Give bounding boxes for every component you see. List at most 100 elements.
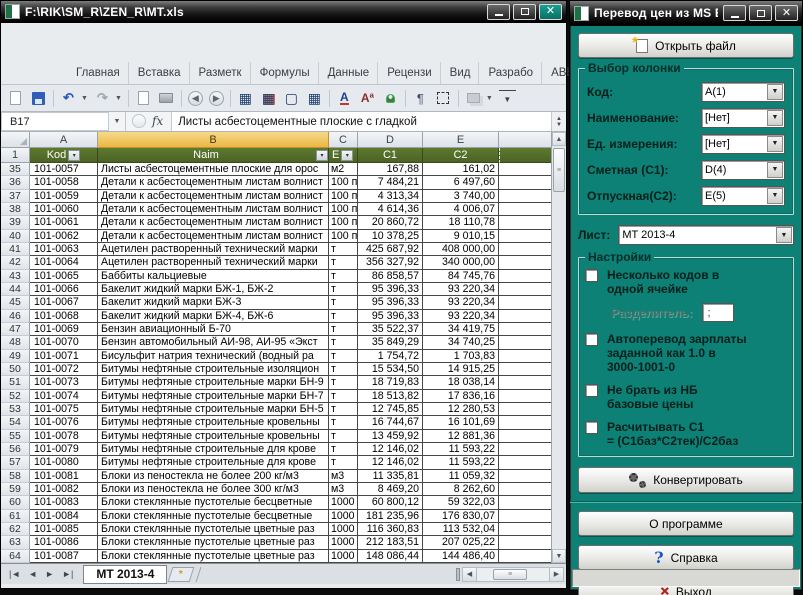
cell-c1[interactable]: 35 849,29 (358, 336, 423, 349)
row-number[interactable]: 51 (1, 376, 30, 389)
excel-titlebar[interactable]: F:\RIK\SM_R\ZEN_R\MT.xls ✕ (1, 1, 566, 23)
cell-c1[interactable]: 35 522,37 (358, 323, 423, 336)
cell-naim[interactable]: Ацетилен растворенный технический марки (98, 256, 329, 269)
column-dropdown[interactable]: E(5) ▼ (701, 186, 785, 206)
scroll-left-icon[interactable]: ◀ (462, 567, 477, 582)
sheet-dropdown[interactable]: MT 2013-4 ▼ (618, 225, 794, 245)
ribbon-tab[interactable]: Вставка (129, 62, 190, 84)
last-sheet-icon[interactable]: ►| (58, 569, 77, 579)
cell-empty[interactable] (499, 283, 553, 296)
delete-cells-icon[interactable]: ▦ (260, 90, 277, 107)
cell-kod[interactable]: 101-0070 (30, 336, 98, 349)
cell-empty[interactable] (499, 376, 553, 389)
cell-c1[interactable]: 12 146,02 (358, 456, 423, 469)
cell-c2[interactable]: 93 220,34 (423, 310, 499, 323)
cell-c2[interactable]: 18 038,14 (423, 376, 499, 389)
separator-input[interactable] (702, 303, 734, 322)
row-number[interactable]: 49 (1, 350, 30, 363)
cell-unit[interactable]: м2 (329, 163, 358, 176)
row-number[interactable]: 42 (1, 256, 30, 269)
cell-unit[interactable]: т (329, 270, 358, 283)
row-number[interactable]: 54 (1, 416, 30, 429)
cell-empty[interactable] (499, 456, 553, 469)
cell-kod[interactable]: 101-0069 (30, 323, 98, 336)
multi-codes-checkbox[interactable] (585, 269, 598, 282)
table-row[interactable]: 52 101-0074 Битумы нефтяные строительные… (1, 390, 566, 403)
cell-unit[interactable]: т (329, 416, 358, 429)
cell-naim[interactable]: Блоки стеклянные пустотелые цветные раз (98, 536, 329, 549)
cell-empty[interactable] (499, 256, 553, 269)
header-cell-empty[interactable] (499, 148, 553, 163)
maximize-button[interactable] (749, 5, 772, 21)
cell-unit[interactable]: т (329, 283, 358, 296)
insert-sheet-icon[interactable]: ▢ (283, 90, 300, 107)
cell-c2[interactable]: 3 740,00 (423, 190, 499, 203)
ribbon-tab[interactable]: Разметк (190, 62, 251, 84)
cell-naim[interactable]: Блоки стеклянные пустотелые цветные раз (98, 523, 329, 536)
header-cell-c1[interactable]: C1 (358, 148, 423, 163)
cell-kod[interactable]: 101-0087 (30, 550, 98, 563)
cell-kod[interactable]: 101-0060 (30, 203, 98, 216)
chevron-down-icon[interactable]: ▼ (767, 162, 783, 178)
row-number[interactable]: 53 (1, 403, 30, 416)
insert-function-icon[interactable]: fx (150, 112, 172, 131)
row-number[interactable]: 46 (1, 310, 30, 323)
table-row[interactable]: 50 101-0072 Битумы нефтяные строительные… (1, 363, 566, 376)
cell-naim[interactable]: Битумы нефтяные строительные для крове (98, 456, 329, 469)
table-row[interactable]: 36 101-0058 Детали к асбестоцементным ли… (1, 176, 566, 189)
cell-c2[interactable]: 11 593,22 (423, 456, 499, 469)
column-header-c[interactable]: C (329, 132, 358, 148)
select-all-corner[interactable] (1, 132, 30, 148)
cell-c2[interactable]: 16 101,69 (423, 416, 499, 429)
filter-icon[interactable]: ▾ (341, 150, 353, 161)
cell-kod[interactable]: 101-0079 (30, 443, 98, 456)
row-number[interactable]: 47 (1, 323, 30, 336)
cell-kod[interactable]: 101-0083 (30, 496, 98, 509)
horizontal-scroll-thumb[interactable]: ≡ (493, 569, 527, 580)
cell-kod[interactable]: 101-0064 (30, 256, 98, 269)
column-header-f[interactable] (499, 132, 553, 148)
cell-c1[interactable]: 1 754,72 (358, 350, 423, 363)
cell-naim[interactable]: Бакелит жидкий марки БЖ-4, БЖ-6 (98, 310, 329, 323)
cell-c2[interactable]: 12 280,53 (423, 403, 499, 416)
table-row[interactable]: 63 101-0086 Блоки стеклянные пустотелые … (1, 536, 566, 549)
table-row[interactable]: 44 101-0066 Бакелит жидкий марки БЖ-1, Б… (1, 283, 566, 296)
column-dropdown[interactable]: [Нет] ▼ (701, 108, 785, 128)
redo-dropdown-icon[interactable]: ▼ (115, 95, 122, 102)
cell-unit[interactable]: т (329, 363, 358, 376)
new-document-icon[interactable] (7, 90, 24, 107)
cell-c1[interactable]: 95 396,33 (358, 283, 423, 296)
cell-c2[interactable]: 8 262,60 (423, 483, 499, 496)
cell-empty[interactable] (499, 430, 553, 443)
column-header-a[interactable]: A (30, 132, 98, 148)
cell-empty[interactable] (499, 416, 553, 429)
cell-kod[interactable]: 101-0063 (30, 243, 98, 256)
sheet-tab[interactable]: MT 2013-4 (83, 565, 167, 584)
cell-empty[interactable] (499, 390, 553, 403)
cell-naim[interactable]: Битумы нефтяные строительные марки БН-9 (98, 376, 329, 389)
cell-c1[interactable]: 12 146,02 (358, 443, 423, 456)
print-preview-icon[interactable] (135, 90, 152, 107)
cell-c2[interactable]: 14 915,25 (423, 363, 499, 376)
cell-naim[interactable]: Бензин автомобильный АИ-98, АИ-95 «Экст (98, 336, 329, 349)
cell-unit[interactable]: т (329, 243, 358, 256)
row-number[interactable]: 41 (1, 243, 30, 256)
cell-empty[interactable] (499, 243, 553, 256)
scroll-up-icon[interactable]: ▲ (552, 132, 566, 146)
cell-kod[interactable]: 101-0080 (30, 456, 98, 469)
row-number[interactable]: 55 (1, 430, 30, 443)
cell-c2[interactable]: 17 836,16 (423, 390, 499, 403)
ribbon-tab[interactable]: Вид (441, 62, 480, 84)
table-row[interactable]: 43 101-0065 Баббиты кальциевые т 86 858,… (1, 270, 566, 283)
cell-naim[interactable]: Бакелит жидкий марки БЖ-3 (98, 296, 329, 309)
cell-empty[interactable] (499, 483, 553, 496)
row-header-1[interactable]: 1 (1, 148, 30, 163)
cell-c1[interactable]: 13 459,92 (358, 430, 423, 443)
cell-kod[interactable]: 101-0082 (30, 483, 98, 496)
cell-unit[interactable]: т (329, 443, 358, 456)
cell-c2[interactable]: 1 703,83 (423, 350, 499, 363)
cell-kod[interactable]: 101-0085 (30, 523, 98, 536)
redo-icon[interactable]: ↷ (94, 90, 111, 107)
about-button[interactable]: О программе (578, 511, 794, 536)
back-icon[interactable]: ◀ (188, 91, 203, 106)
